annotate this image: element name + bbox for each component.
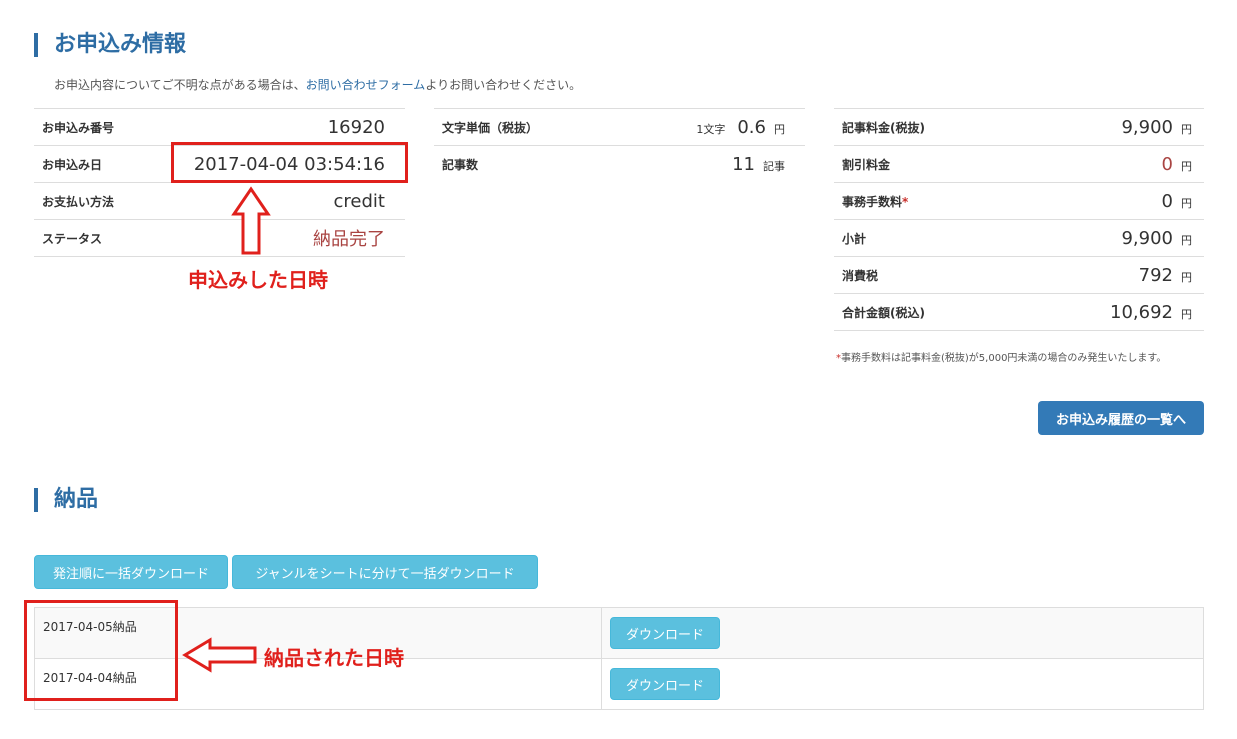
discount-row: 割引料金 0円 [834,145,1204,183]
order-number-row: お申込み番号 16920 [34,108,405,146]
delivery-date-annotation: 納品された日時 [264,646,404,670]
article-fee-value-cell: 9,900 円 [1015,108,1204,146]
inquiry-notice: お申込内容についてご不明な点がある場合は、お問い合わせフォームよりお問い合わせく… [54,76,581,93]
status-label: ステータス [34,219,136,257]
subtotal-label: 小計 [834,219,1016,257]
unit-price-unit: 円 [774,122,785,136]
total-label: 合計金額(税込) [834,293,1016,331]
download-button[interactable]: ダウンロード [610,668,720,700]
discount-value: 0 [1161,153,1173,175]
admin-fee-row: 事務手数料* 0円 [834,182,1204,220]
article-fee-label: 記事料金(税抜) [834,108,1016,146]
order-date-highlight-box [171,142,408,183]
article-count-value-cell: 11 記事 [615,145,805,183]
article-count-value: 11 [732,153,755,175]
order-number-label: お申込み番号 [34,108,136,146]
admin-fee-label: 事務手数料 [842,194,903,209]
order-info-title: お申込み情報 [34,32,186,58]
article-count-row: 記事数 11 記事 [434,145,805,183]
unit-price-value: 0.6 [737,116,766,138]
article-fee-value: 9,900 [1121,116,1173,138]
subtotal-unit: 円 [1181,233,1192,247]
subtotal-value: 9,900 [1121,227,1173,249]
price-table: 記事料金(税抜) 9,900 円 割引料金 0円 事務手数料* 0円 小計 9,9… [834,108,1204,331]
delivery-date-highlight-box [24,600,178,701]
notice-suffix: よりお問い合わせください。 [425,78,582,92]
discount-label: 割引料金 [834,145,1016,183]
article-count-unit: 記事 [763,159,785,173]
admin-fee-asterisk: * [902,194,909,209]
subtotal-row: 小計 9,900 円 [834,219,1204,257]
total-row: 合計金額(税込) 10,692 円 [834,293,1204,331]
article-count-label: 記事数 [434,145,616,183]
tax-value-cell: 792 円 [1015,256,1204,294]
admin-fee-footnote: *事務手数料は記事料金(税抜)が5,000円未満の場合のみ発生いたします。 [836,349,1166,364]
delivery-action-cell: ダウンロード [601,658,1204,710]
unit-price-row: 文字単価（税抜） 1文字 0.6 円 [434,108,805,146]
notice-prefix: お申込内容についてご不明な点がある場合は、 [54,78,306,92]
admin-fee-value-cell: 0円 [1015,182,1204,220]
bulk-download-by-genre-button[interactable]: ジャンルをシートに分けて一括ダウンロード [232,555,538,589]
order-number-value: 16920 [135,108,405,146]
order-history-button[interactable]: お申込み履歴の一覧へ [1038,401,1204,435]
tax-label: 消費税 [834,256,1016,294]
payment-method-row: お支払い方法 credit [34,182,405,220]
delivery-action-cell: ダウンロード [601,607,1204,659]
article-fee-row: 記事料金(税抜) 9,900 円 [834,108,1204,146]
total-unit: 円 [1181,307,1192,321]
total-value: 10,692 [1110,301,1173,323]
total-value-cell: 10,692 円 [1015,293,1204,331]
unit-price-table: 文字単価（税抜） 1文字 0.6 円 記事数 11 記事 [434,108,805,183]
admin-fee-value: 0 [1161,190,1173,212]
article-fee-unit: 円 [1181,122,1192,136]
unit-price-prefix: 1文字 [696,122,726,136]
payment-method-label: お支払い方法 [34,182,136,220]
contact-form-link[interactable]: お問い合わせフォーム [306,78,426,92]
admin-fee-label-cell: 事務手数料* [834,182,1016,220]
order-date-label: お申込み日 [34,145,136,183]
unit-price-value-cell: 1文字 0.6 円 [615,108,805,146]
discount-unit: 円 [1181,159,1192,173]
tax-unit: 円 [1181,270,1192,284]
footnote-text: 事務手数料は記事料金(税抜)が5,000円未満の場合のみ発生いたします。 [841,353,1167,364]
status-row: ステータス 納品完了 [34,219,405,257]
discount-value-cell: 0円 [1015,145,1204,183]
left-arrow-icon [182,637,257,673]
unit-price-label: 文字単価（税抜） [434,108,616,146]
up-arrow-icon [231,186,271,255]
subtotal-value-cell: 9,900 円 [1015,219,1204,257]
delivery-title: 納品 [34,487,98,513]
tax-value: 792 [1138,264,1173,286]
bulk-download-by-order-button[interactable]: 発注順に一括ダウンロード [34,555,228,589]
tax-row: 消費税 792 円 [834,256,1204,294]
download-button[interactable]: ダウンロード [610,617,720,649]
order-date-annotation: 申込みした日時 [188,268,328,292]
admin-fee-unit: 円 [1181,196,1192,210]
